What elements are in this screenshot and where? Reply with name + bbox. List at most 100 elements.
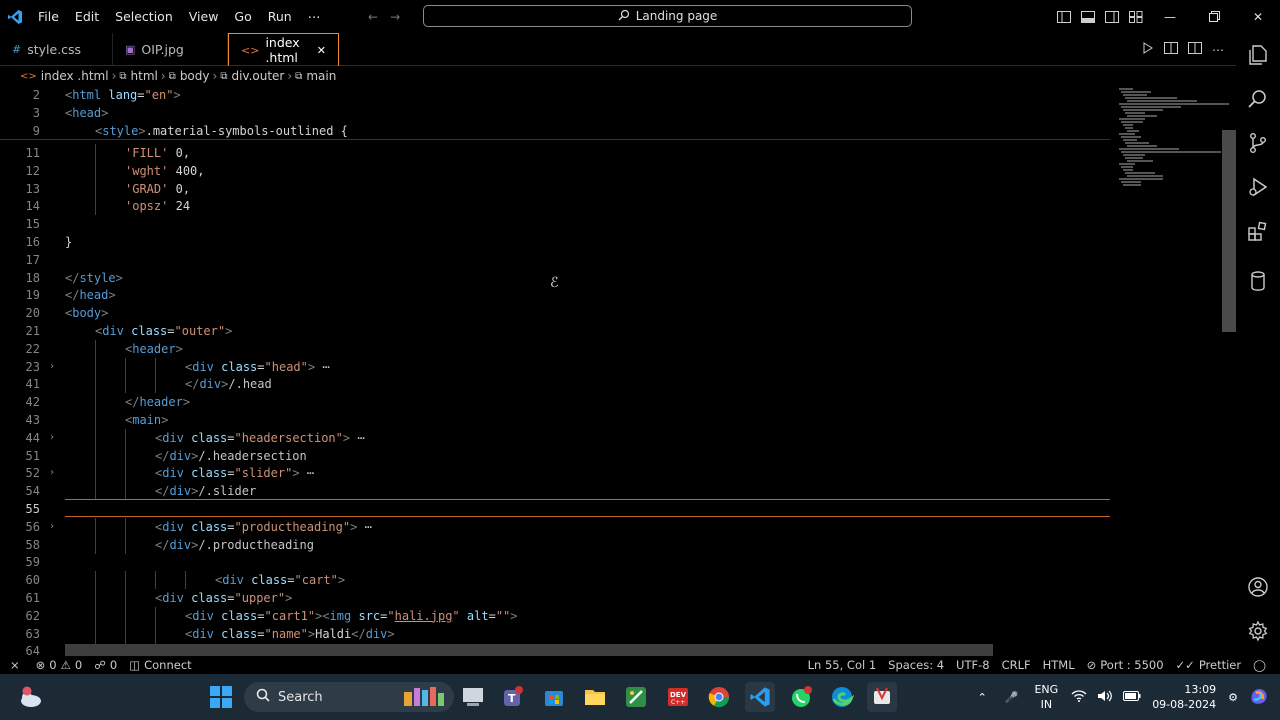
horizontal-scrollbar[interactable] xyxy=(65,644,993,656)
weather-widget-icon[interactable] xyxy=(16,682,46,712)
extensions-icon[interactable] xyxy=(1236,209,1280,253)
breadcrumb-html[interactable]: ⧉ html xyxy=(119,69,157,83)
code-line[interactable]: 3 <head> xyxy=(0,104,1110,122)
code-line[interactable]: 54 </div>/.slider xyxy=(0,482,1110,501)
tab-style-css[interactable]: # style.css xyxy=(0,33,113,66)
close-icon[interactable]: ✕ xyxy=(1236,0,1280,33)
input-language[interactable]: ENG IN xyxy=(1026,682,1066,712)
battery-icon[interactable] xyxy=(1118,690,1146,704)
code-line[interactable]: 55 xyxy=(0,500,1110,518)
toggle-primary-sidebar-icon[interactable] xyxy=(1052,0,1076,33)
end-of-line[interactable]: CRLF xyxy=(996,658,1037,672)
encoding[interactable]: UTF-8 xyxy=(950,658,996,672)
connect-status[interactable]: ◫ Connect xyxy=(123,658,197,672)
split-editor-icon[interactable] xyxy=(1188,42,1202,57)
menu-file[interactable]: File xyxy=(30,0,67,33)
indentation[interactable]: Spaces: 4 xyxy=(882,658,950,672)
teams-icon[interactable]: T xyxy=(498,682,528,712)
sticky-scroll[interactable]: 2 <html lang="en"> 3 <head> 9 <style>.materia… xyxy=(0,86,1110,140)
run-debug-icon[interactable] xyxy=(1236,165,1280,209)
explorer-icon[interactable] xyxy=(1236,33,1280,77)
command-center[interactable]: Landing page xyxy=(423,5,912,27)
whatsapp-icon[interactable] xyxy=(786,682,816,712)
copilot-icon[interactable] xyxy=(1244,685,1280,710)
fold-chevron-icon[interactable]: › xyxy=(49,358,55,376)
menu-run[interactable]: Run xyxy=(260,0,300,33)
paint-app-icon[interactable] xyxy=(621,682,651,712)
prettier-status[interactable]: ✓✓ Prettier xyxy=(1170,658,1248,672)
volume-icon[interactable] xyxy=(1092,690,1118,705)
code-line[interactable]: 42 </header> xyxy=(0,393,1110,412)
problems-status[interactable]: ⊗ 0 ⚠ 0 xyxy=(30,658,89,672)
code-line[interactable]: 21 <div class="outer"> xyxy=(0,322,1110,340)
code-line[interactable]: 56 › <div class="productheading"> ⋯ xyxy=(0,517,1110,536)
source-control-icon[interactable] xyxy=(1236,121,1280,165)
code-line[interactable]: 12 'wght' 400, xyxy=(0,161,1110,180)
minimize-icon[interactable]: — xyxy=(1148,0,1192,33)
code-line[interactable]: 20 <body> xyxy=(0,304,1110,322)
minimap[interactable] xyxy=(1115,86,1229,196)
menu-more[interactable]: ⋯ xyxy=(300,0,329,33)
windows-start-icon[interactable] xyxy=(206,682,236,712)
vertical-scrollbar[interactable] xyxy=(1222,130,1236,332)
database-icon[interactable] xyxy=(1236,259,1280,303)
code-line[interactable]: 63 <div class="name">Haldi</div> xyxy=(0,624,1110,643)
microphone-icon[interactable]: 🎤 xyxy=(997,691,1027,704)
snipping-tool-icon[interactable] xyxy=(867,682,897,712)
code-line[interactable]: 22 <header> xyxy=(0,339,1110,358)
menu-selection[interactable]: Selection xyxy=(107,0,181,33)
fold-chevron-icon[interactable]: › xyxy=(49,464,55,482)
settings-gear-icon[interactable]: ⚙ xyxy=(1222,691,1244,704)
dev-cpp-icon[interactable]: DEV C++ xyxy=(663,682,693,712)
menu-view[interactable]: View xyxy=(181,0,227,33)
code-line[interactable]: 41 </div>/.head xyxy=(0,375,1110,394)
menu-edit[interactable]: Edit xyxy=(67,0,107,33)
open-changes-icon[interactable] xyxy=(1164,42,1178,57)
code-line[interactable]: 23 › <div class="head"> ⋯ xyxy=(0,357,1110,376)
fold-chevron-icon[interactable]: › xyxy=(49,518,55,536)
customize-layout-icon[interactable] xyxy=(1124,0,1148,33)
cursor-position[interactable]: Ln 55, Col 1 xyxy=(802,658,883,672)
toggle-panel-icon[interactable] xyxy=(1076,0,1100,33)
breadcrumb-file[interactable]: <> index .html xyxy=(20,69,109,83)
code-line[interactable]: 43 <main> xyxy=(0,411,1110,429)
run-icon[interactable] xyxy=(1142,42,1154,57)
ports-status[interactable]: ☍ 0 xyxy=(88,658,123,672)
language-mode[interactable]: HTML xyxy=(1037,658,1081,672)
back-arrow-icon[interactable]: ← xyxy=(368,10,378,24)
code-line[interactable]: 58 </div>/.productheading xyxy=(0,535,1110,554)
code-line[interactable]: 59 xyxy=(0,553,1110,571)
chrome-icon[interactable] xyxy=(704,682,734,712)
code-line[interactable]: 52 › <div class="slider"> ⋯ xyxy=(0,464,1110,483)
file-explorer-icon[interactable] xyxy=(580,682,610,712)
code-line[interactable]: 15 xyxy=(0,215,1110,233)
more-actions-icon[interactable]: ⋯ xyxy=(1212,43,1224,57)
code-line[interactable]: 60 <div class="cart"> xyxy=(0,571,1110,590)
breadcrumb-body[interactable]: ⧉ body xyxy=(169,69,210,83)
edge-icon[interactable] xyxy=(827,682,857,712)
notifications-bell-icon[interactable]: ◯ xyxy=(1247,658,1272,672)
code-line[interactable]: 2 <html lang="en"> xyxy=(0,86,1110,104)
breadcrumb-main[interactable]: ⧉ main xyxy=(295,69,336,83)
vscode-taskbar-icon[interactable] xyxy=(745,682,775,712)
code-line[interactable]: 62 <div class="cart1"><img src="hali.jpg"… xyxy=(0,606,1110,625)
restore-icon[interactable] xyxy=(1192,0,1236,33)
clock[interactable]: 13:09 09-08-2024 xyxy=(1146,682,1222,712)
code-line[interactable]: 16} xyxy=(0,233,1110,251)
code-line[interactable]: 17 xyxy=(0,251,1110,269)
forward-arrow-icon[interactable]: → xyxy=(390,10,400,24)
code-line[interactable]: 14 'opsz' 24 xyxy=(0,197,1110,216)
search-icon[interactable] xyxy=(1236,77,1280,121)
wifi-icon[interactable] xyxy=(1066,689,1092,705)
task-view-icon[interactable] xyxy=(458,682,488,712)
code-line[interactable]: 61 <div class="upper"> xyxy=(0,589,1110,607)
code-line[interactable]: 44 › <div class="headersection"> ⋯ xyxy=(0,428,1110,447)
show-hidden-icons-icon[interactable]: ⌃ xyxy=(968,691,997,704)
close-tab-icon[interactable]: ✕ xyxy=(317,44,326,57)
code-line[interactable]: 9 <style>.material-symbols-outlined { xyxy=(0,122,1110,140)
code-editor[interactable]: 2 <html lang="en"> 3 <head> 9 <style>.materia… xyxy=(0,86,1236,656)
microsoft-store-icon[interactable] xyxy=(539,682,569,712)
code-line[interactable]: 13 'GRAD' 0, xyxy=(0,179,1110,198)
accounts-icon[interactable] xyxy=(1236,565,1280,609)
toggle-secondary-sidebar-icon[interactable] xyxy=(1100,0,1124,33)
